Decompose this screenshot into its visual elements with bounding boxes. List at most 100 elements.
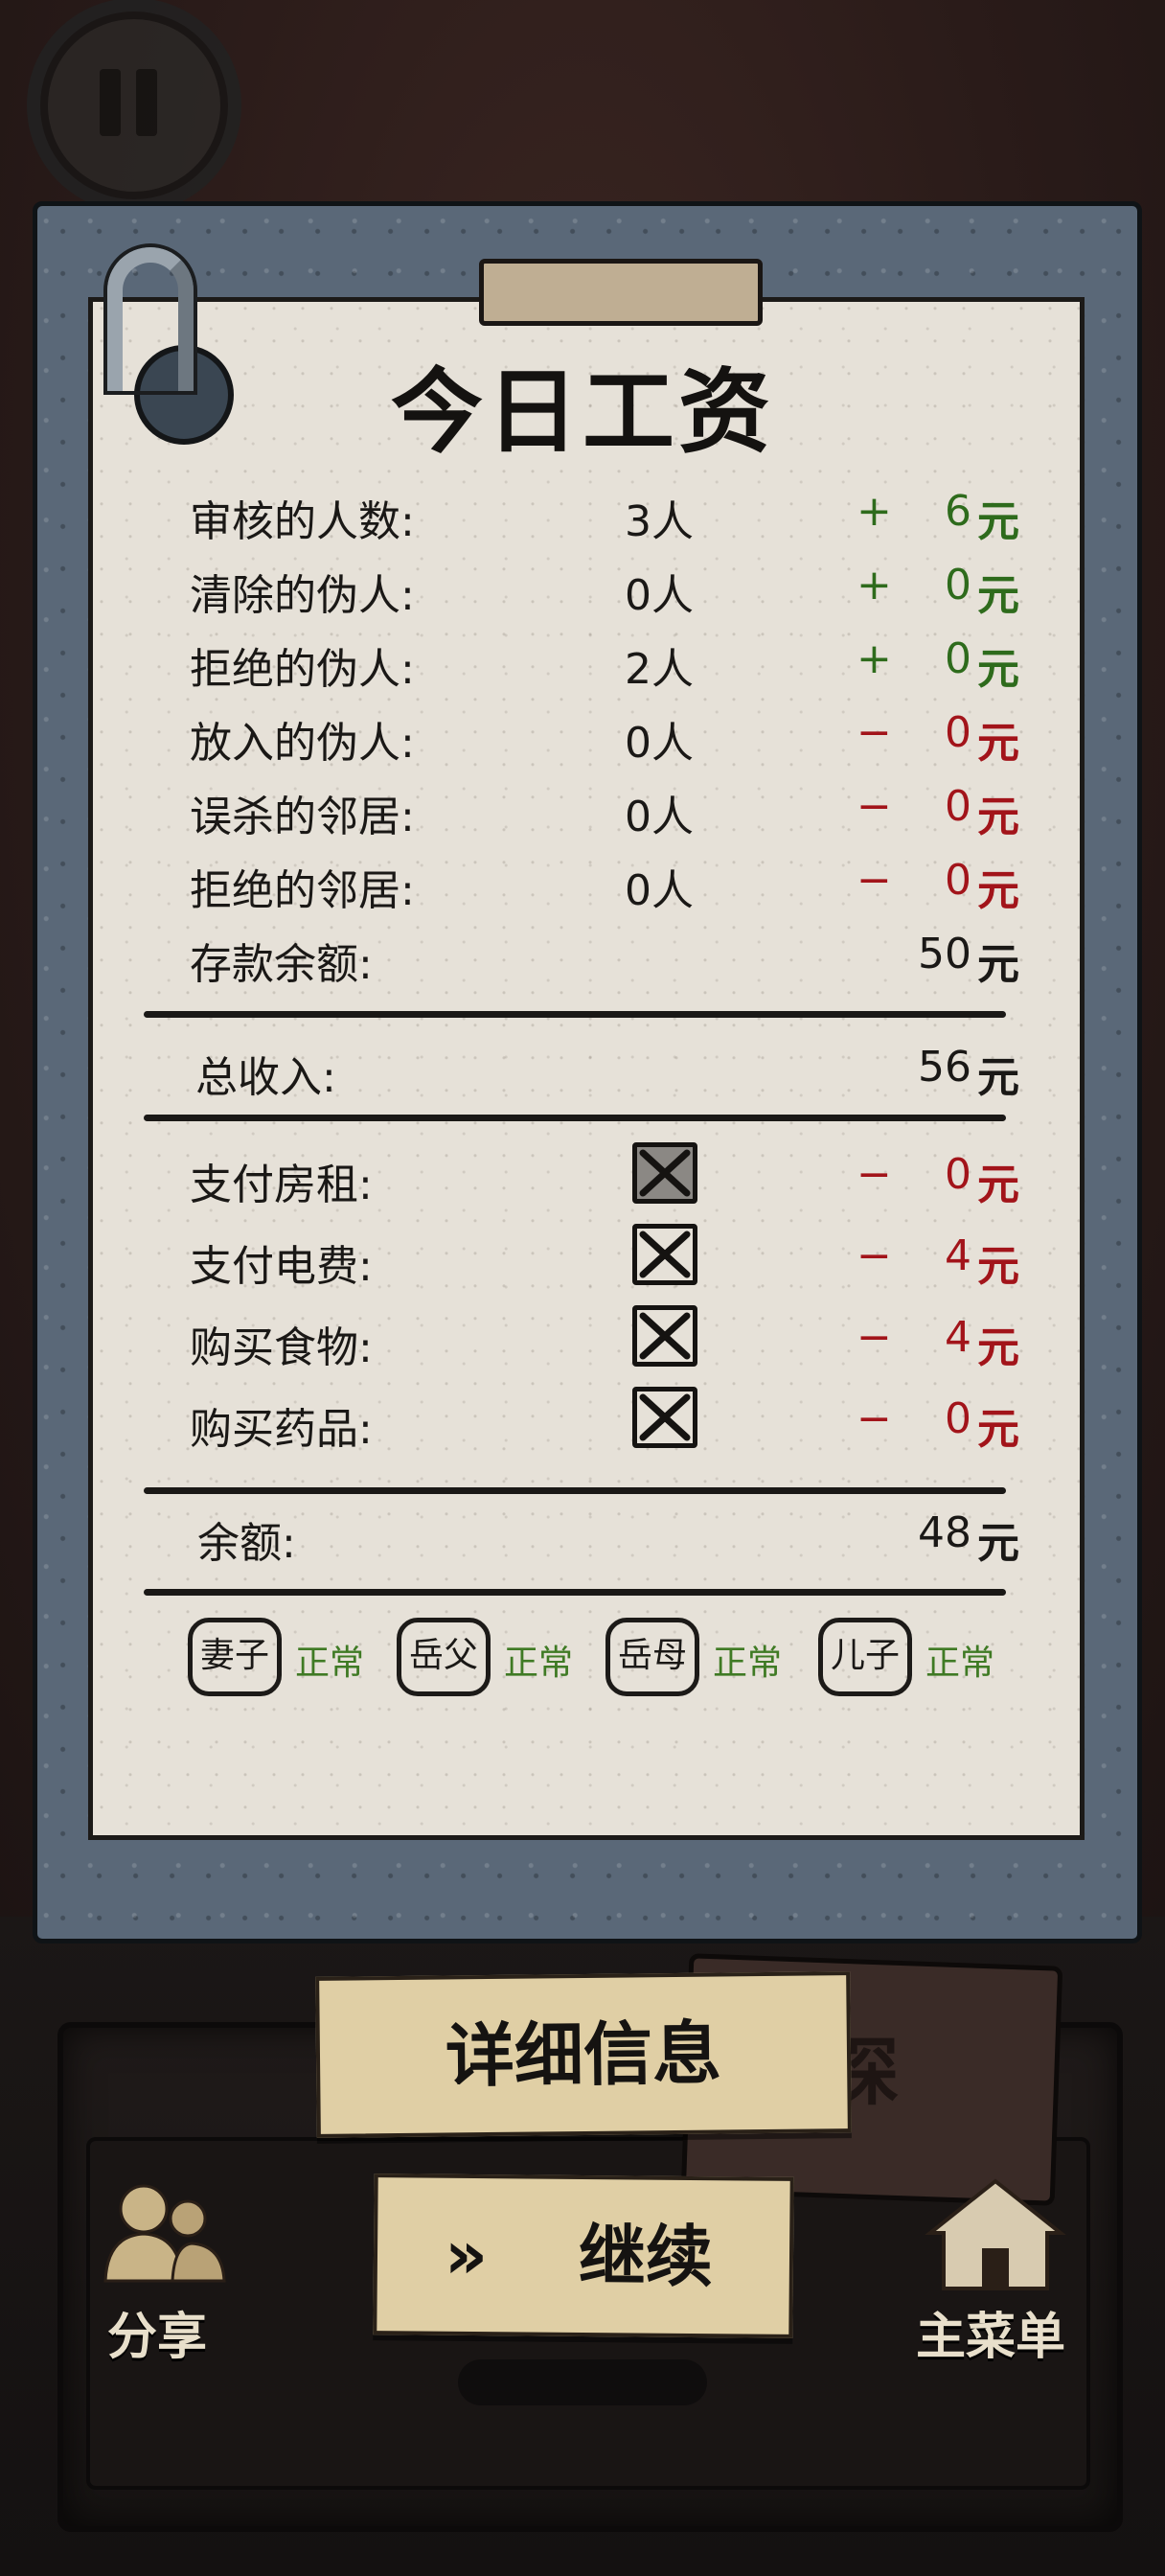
- income-row-amount: 0: [945, 634, 971, 683]
- income-row-sign: +: [857, 561, 892, 610]
- income-row-count: 0人: [625, 571, 694, 620]
- family-member-name: 岳母: [605, 1618, 699, 1696]
- divider: [144, 1115, 1006, 1121]
- income-row-amount: 0: [945, 782, 971, 831]
- family-member-name: 儿子: [818, 1618, 912, 1696]
- expense-row-amount: 4: [945, 1231, 971, 1280]
- income-row-unit: 元: [977, 719, 1019, 768]
- income-row: 清除的伪人: 0人 +0 元: [190, 561, 1025, 624]
- savings-unit: 元: [977, 940, 1019, 989]
- income-row-sign: −: [857, 856, 892, 905]
- income-row-sign: −: [857, 708, 892, 757]
- drawer-handle: [458, 2359, 707, 2405]
- income-row-count: 0人: [625, 866, 694, 915]
- total-income-label: 总收入:: [195, 1053, 336, 1102]
- income-row-amount: 0: [945, 856, 971, 905]
- income-row: 放入的伪人: 0人 − 0 元: [190, 708, 1025, 771]
- divider: [144, 1011, 1006, 1018]
- pause-button[interactable]: [40, 12, 228, 199]
- expense-row-sign: −: [857, 1394, 892, 1443]
- family-member-name: 岳父: [397, 1618, 491, 1696]
- expense-row: 支付电费: − 4 元: [190, 1231, 1025, 1295]
- income-row-unit: 元: [977, 866, 1019, 915]
- expense-row-sign: −: [857, 1231, 892, 1280]
- expense-row-unit: 元: [977, 1161, 1019, 1209]
- income-row-count: 0人: [625, 719, 694, 768]
- pause-icon-bar-right: [136, 69, 157, 136]
- expense-checkbox: [632, 1142, 697, 1204]
- family-member-status: 正常: [295, 1644, 365, 1683]
- income-row-sign: −: [857, 782, 892, 831]
- income-row-label: 拒绝的邻居:: [190, 866, 415, 915]
- expense-checkbox[interactable]: [632, 1224, 697, 1285]
- income-row-amount: 0: [945, 708, 971, 757]
- main-menu-label[interactable]: 主菜单: [916, 2296, 1065, 2368]
- expense-checkbox[interactable]: [632, 1305, 697, 1367]
- expense-row-label: 购买药品:: [190, 1405, 373, 1454]
- expense-row: 购买药品: − 0 元: [190, 1394, 1025, 1458]
- double-arrow-icon: »: [444, 2215, 489, 2295]
- clipboard-clip: [479, 259, 763, 326]
- sheet-title: 今日工资: [391, 358, 774, 466]
- balance-row: 余额: 48 元: [197, 1508, 1033, 1572]
- balance-amount: 48: [918, 1508, 971, 1557]
- divider: [144, 1487, 1006, 1494]
- income-row-unit: 元: [977, 571, 1019, 620]
- family-member-name: 妻子: [188, 1618, 282, 1696]
- family-member-status: 正常: [713, 1644, 783, 1683]
- income-row-label: 放入的伪人:: [190, 719, 415, 768]
- income-row: 拒绝的伪人: 2人 +0 元: [190, 634, 1025, 698]
- family-member-status: 正常: [504, 1644, 574, 1683]
- income-row-count: 2人: [625, 645, 694, 694]
- income-row-count: 0人: [625, 793, 694, 841]
- divider: [144, 1589, 1006, 1596]
- expense-row-unit: 元: [977, 1323, 1019, 1372]
- expense-row-label: 购买食物:: [190, 1323, 373, 1372]
- income-row-label: 清除的伪人:: [190, 571, 415, 620]
- income-row-label: 误杀的邻居:: [190, 793, 415, 841]
- savings-label: 存款余额:: [190, 940, 373, 989]
- savings-amount: 50: [918, 930, 971, 978]
- expense-row-sign: −: [857, 1313, 892, 1362]
- income-row-label: 拒绝的伪人:: [190, 645, 415, 694]
- x-mark-icon: [639, 1149, 691, 1197]
- continue-label: 继续: [578, 2216, 714, 2297]
- details-button[interactable]: 详细信息: [315, 1971, 852, 2138]
- income-row: 审核的人数: 3人 +6 元: [190, 487, 1025, 550]
- home-icon[interactable]: [925, 2175, 1066, 2292]
- total-income-row: 总收入: 56 元: [195, 1043, 1031, 1106]
- expense-row: 购买食物: − 4 元: [190, 1313, 1025, 1376]
- expense-row-amount: 0: [945, 1394, 971, 1443]
- family-member-status: 正常: [925, 1644, 995, 1683]
- balance-label: 余额:: [197, 1519, 296, 1568]
- income-row-unit: 元: [977, 645, 1019, 694]
- income-row-amount: 6: [945, 487, 971, 536]
- income-row: 误杀的邻居: 0人 − 0 元: [190, 782, 1025, 845]
- share-icon[interactable]: [96, 2180, 230, 2286]
- income-row-label: 审核的人数:: [190, 497, 415, 546]
- expense-row-unit: 元: [977, 1242, 1019, 1291]
- continue-button[interactable]: » 继续: [373, 2174, 794, 2338]
- savings-row: 存款余额: 50 元: [190, 930, 1025, 993]
- income-row-unit: 元: [977, 497, 1019, 546]
- balance-unit: 元: [977, 1519, 1019, 1568]
- expense-row: 支付房租: − 0 元: [190, 1150, 1025, 1213]
- income-row-count: 3人: [625, 497, 694, 546]
- expense-checkbox[interactable]: [632, 1387, 697, 1448]
- income-row-sign: +: [857, 487, 892, 536]
- expense-row-amount: 0: [945, 1150, 971, 1199]
- expense-row-unit: 元: [977, 1405, 1019, 1454]
- share-label[interactable]: 分享: [107, 2296, 207, 2368]
- income-row-unit: 元: [977, 793, 1019, 841]
- expense-row-label: 支付电费:: [190, 1242, 373, 1291]
- expense-row-sign: −: [857, 1150, 892, 1199]
- total-income-amount: 56: [918, 1043, 971, 1092]
- income-row-sign: +: [857, 634, 892, 683]
- income-row: 拒绝的邻居: 0人 − 0 元: [190, 856, 1025, 919]
- total-income-unit: 元: [977, 1053, 1019, 1102]
- expense-row-amount: 4: [945, 1313, 971, 1362]
- x-mark-icon: [639, 1312, 691, 1360]
- income-row-amount: 0: [945, 561, 971, 610]
- pause-icon-bar-left: [100, 69, 121, 136]
- x-mark-icon: [639, 1230, 691, 1278]
